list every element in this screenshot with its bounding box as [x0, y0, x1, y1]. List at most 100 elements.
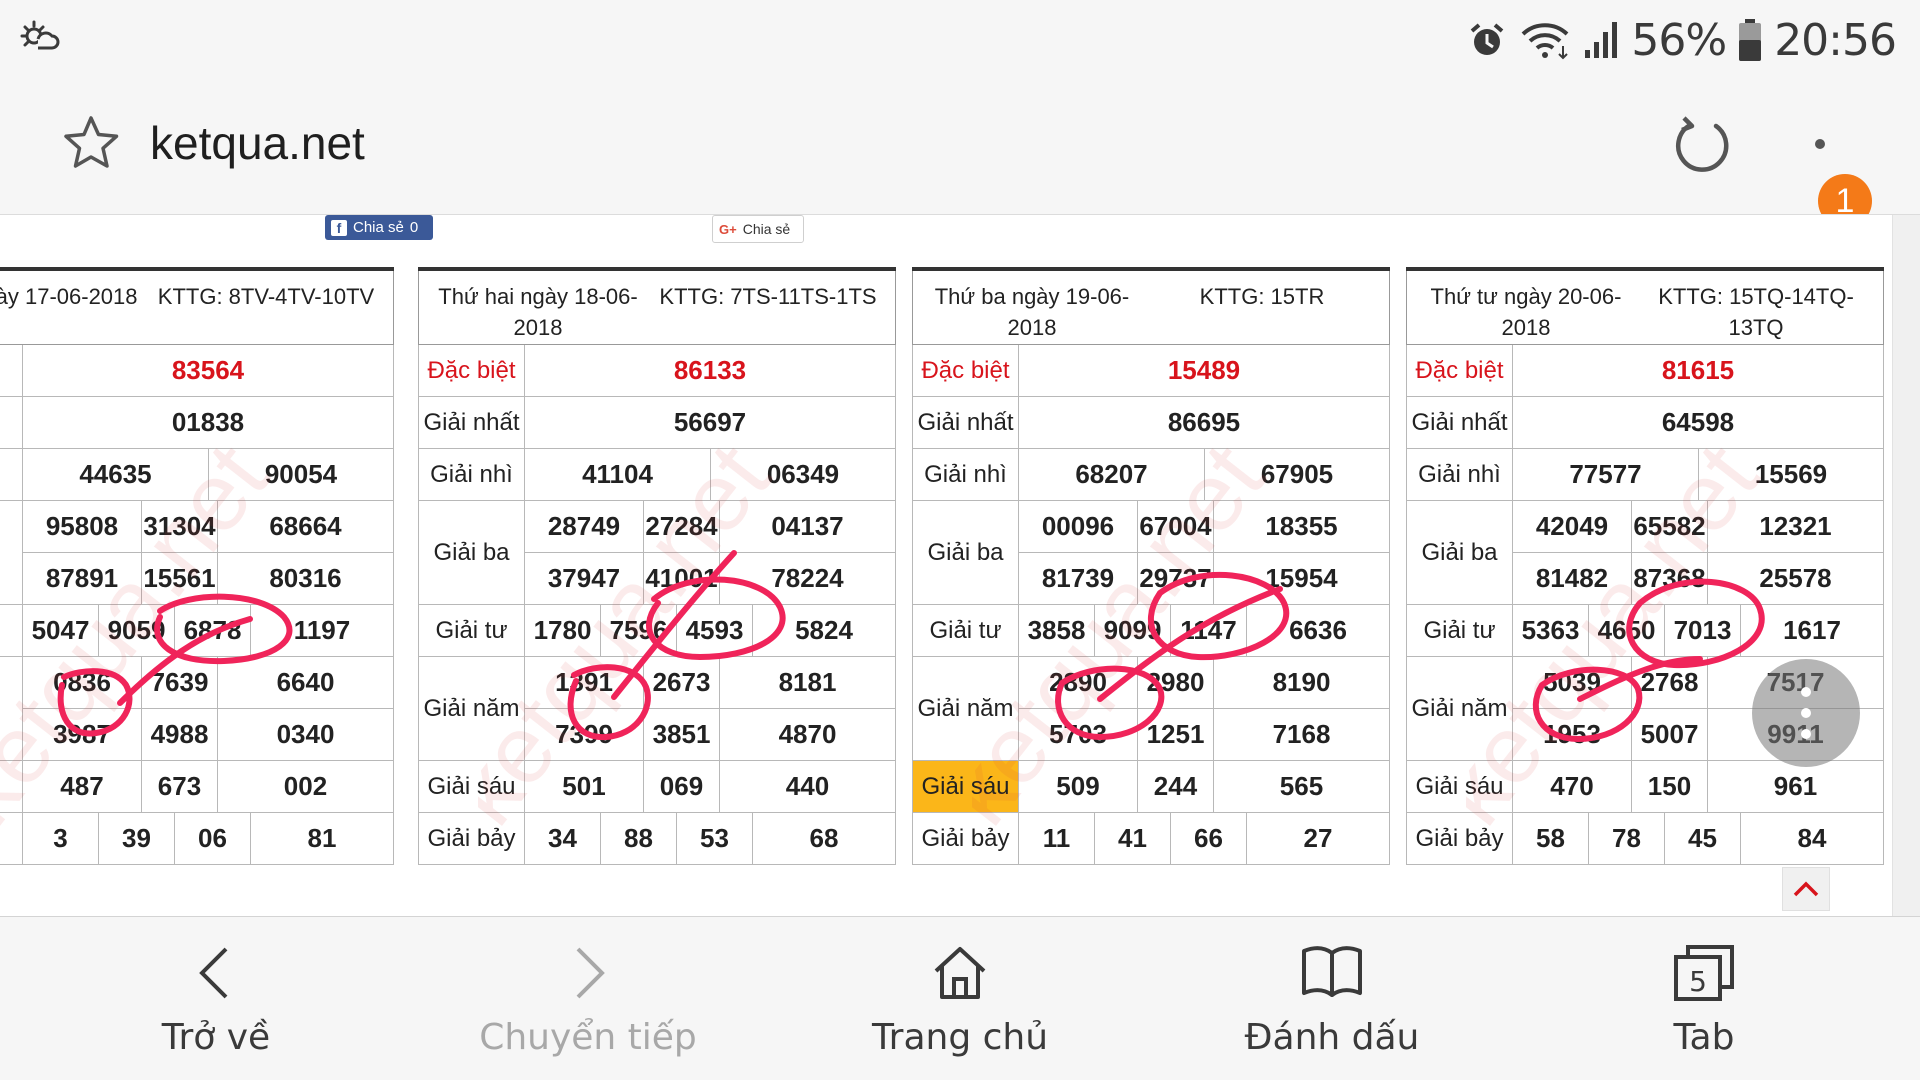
- tabs-button[interactable]: 5 Tab: [1544, 917, 1864, 1080]
- prize-number: 31304: [142, 501, 218, 553]
- draw-date: Thứ tư ngày 20-06-2018: [1430, 284, 1622, 340]
- prize-label-giai-ba: a: [0, 501, 23, 605]
- web-content[interactable]: f Chia sẻ 0 G+ Chia sẻ hật ngày 17-06-20…: [0, 214, 1920, 916]
- weather-icon: [20, 20, 60, 50]
- prize-number: 34: [525, 813, 601, 865]
- prize-number: 5363: [1513, 605, 1589, 657]
- prize-number: 3858: [1019, 605, 1095, 657]
- home-button[interactable]: Trang chủ: [800, 917, 1120, 1080]
- prize-number: 45: [1665, 813, 1741, 865]
- prize-number: 81: [251, 813, 394, 865]
- prize-number: 86695: [1019, 397, 1390, 449]
- wifi-icon: [1522, 23, 1569, 60]
- prize-number: 78: [1589, 813, 1665, 865]
- star-icon[interactable]: [62, 114, 120, 172]
- prize-number: 12321: [1708, 501, 1884, 553]
- prize-label-giai-sau: áu: [0, 761, 23, 813]
- prize-number: 81482: [1513, 553, 1632, 605]
- status-bar: 56% 20:56: [0, 0, 1920, 80]
- forward-label: Chuyển tiếp: [479, 1017, 697, 1058]
- prize-number: 6636: [1247, 605, 1390, 657]
- prize-number: 4870: [720, 709, 896, 761]
- facebook-icon: f: [331, 219, 347, 236]
- table-header: Thứ ba ngày 19-06-2018 KTTG: 15TR: [912, 271, 1390, 345]
- table-body: iệtấthìaưămáuảy 83564018384463590054 95808…: [0, 345, 394, 867]
- prize-number: 0836: [23, 657, 142, 709]
- prize-label-giai-sau: Giải sáu: [912, 761, 1019, 813]
- table-body: Đặc biệt Giải nhất Giải nhì Giải ba Giải tư G…: [912, 345, 1390, 867]
- prize-number: 8190: [1214, 657, 1390, 709]
- table-body: Đặc biệt Giải nhất Giải nhì Giải ba Giải tư G…: [418, 345, 896, 867]
- prize-number: 06349: [711, 449, 896, 501]
- prize-number: 4988: [142, 709, 218, 761]
- url-text[interactable]: ketqua.net: [150, 116, 365, 170]
- facebook-share-count: 0: [409, 219, 419, 236]
- prize-number: 68207: [1019, 449, 1205, 501]
- google-share-button[interactable]: G+ Chia sẻ: [712, 215, 804, 243]
- bookmarks-button[interactable]: Đánh dấu: [1172, 917, 1492, 1080]
- prize-label-giai-tu: ư: [0, 605, 23, 657]
- prize-label-giai-nhi: hì: [0, 449, 23, 501]
- result-table: Thứ hai ngày 18-06-2018 KTTG: 7TS-11TS-1T…: [418, 267, 896, 865]
- prize-number: 86133: [525, 345, 896, 397]
- prize-label-giai-ba: Giải ba: [1406, 501, 1513, 605]
- page-gutter: [1892, 215, 1920, 916]
- forward-button[interactable]: Chuyển tiếp: [428, 917, 748, 1080]
- prize-number: 87368: [1632, 553, 1708, 605]
- prize-number: 069: [644, 761, 720, 813]
- prize-number: 66: [1171, 813, 1247, 865]
- prize-label-giai-nhat: Giải nhất: [912, 397, 1019, 449]
- prize-label-giai-ba: Giải ba: [912, 501, 1019, 605]
- prize-number: 5824: [753, 605, 896, 657]
- prize-number: 64598: [1513, 397, 1884, 449]
- prize-number: 9099: [1095, 605, 1171, 657]
- menu-icon[interactable]: [1808, 84, 1832, 174]
- prize-number: 15569: [1699, 449, 1884, 501]
- prize-number: 3851: [644, 709, 720, 761]
- prize-number: 42049: [1513, 501, 1632, 553]
- prize-number: 244: [1138, 761, 1214, 813]
- back-label: Trở về: [161, 1017, 271, 1058]
- prize-number: 961: [1708, 761, 1884, 813]
- prize-number: 1953: [1513, 709, 1632, 761]
- draw-codes: KTTG: 15TR: [1199, 284, 1325, 309]
- prize-label-giai-nam: Giải năm: [418, 657, 525, 761]
- bookmarks-icon: [1302, 946, 1362, 997]
- prize-number: 65582: [1632, 501, 1708, 553]
- prize-number: 1251: [1138, 709, 1214, 761]
- prize-label-dac-biet: iệt: [0, 345, 23, 397]
- address-bar: ketqua.net 1: [0, 80, 1920, 228]
- home-icon: [934, 947, 986, 999]
- prize-number: 1147: [1171, 605, 1247, 657]
- prize-number: 7399: [525, 709, 644, 761]
- scroll-to-top-button[interactable]: [1782, 867, 1830, 911]
- facebook-share-button[interactable]: f Chia sẻ 0: [325, 215, 433, 240]
- prize-number: 7639: [142, 657, 218, 709]
- prize-label-giai-nhi: Giải nhì: [912, 449, 1019, 501]
- prize-number: 18355: [1214, 501, 1390, 553]
- prize-number: 1391: [525, 657, 644, 709]
- prize-number: 95808: [23, 501, 142, 553]
- draw-date: Thứ ba ngày 19-06-2018: [934, 284, 1130, 340]
- result-table: Thứ tư ngày 20-06-2018 KTTG: 15TQ-14TQ-13…: [1406, 267, 1884, 865]
- prize-number: 15489: [1019, 345, 1390, 397]
- back-button[interactable]: Trở về: [56, 917, 376, 1080]
- prize-number: 7168: [1214, 709, 1390, 761]
- bookmarks-label: Đánh dấu: [1244, 1017, 1420, 1058]
- prize-number: 83564: [23, 345, 394, 397]
- reload-icon[interactable]: [1672, 114, 1734, 176]
- prize-number: 81615: [1513, 345, 1884, 397]
- prize-label-giai-nhat: Giải nhất: [418, 397, 525, 449]
- table-body: Đặc biệt Giải nhất Giải nhì Giải ba Giải tư G…: [1406, 345, 1884, 867]
- prize-number: 25578: [1708, 553, 1884, 605]
- prize-number: 87891: [23, 553, 142, 605]
- prize-number: 28749: [525, 501, 644, 553]
- chevron-up-icon: [1793, 881, 1819, 897]
- scroll-handle[interactable]: [1752, 659, 1860, 767]
- tabs-icon: 5: [1674, 945, 1734, 1001]
- clock: 20:56: [1774, 14, 1897, 66]
- prize-number: 56697: [525, 397, 896, 449]
- battery-percent: 56%: [1631, 14, 1727, 66]
- prize-number: 509: [1019, 761, 1138, 813]
- table-header: hật ngày 17-06-2018 KTTG: 8TV-4TV-10TV: [0, 271, 394, 345]
